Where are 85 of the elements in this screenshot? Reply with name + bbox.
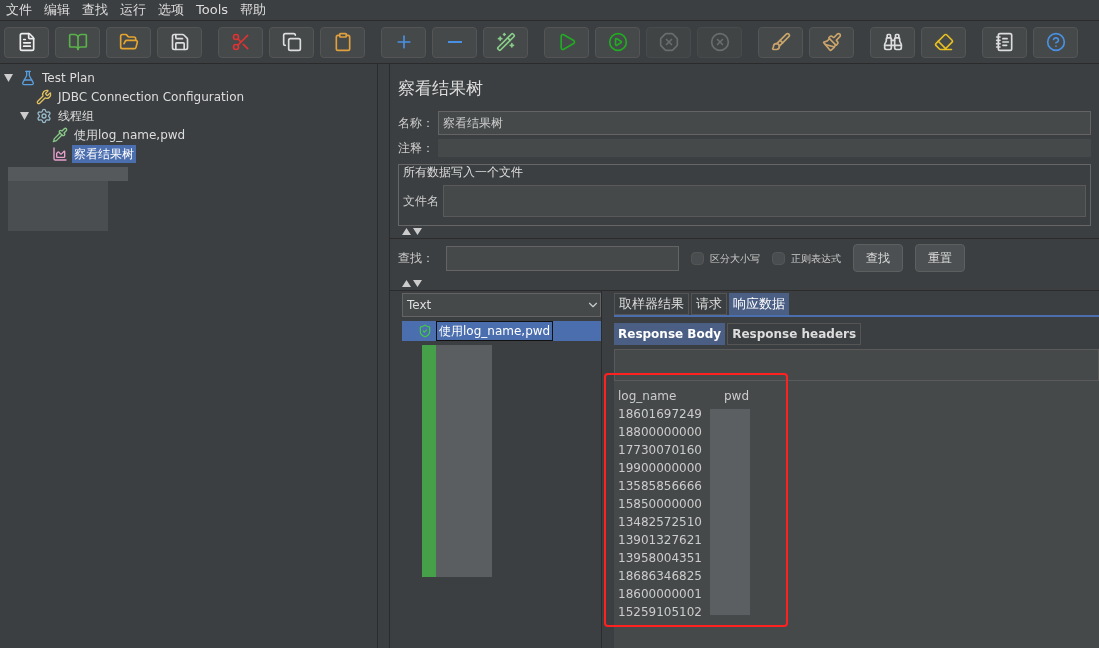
field-label: 文件名 bbox=[403, 192, 439, 210]
tree-item[interactable]: 使用log_name,pwd bbox=[72, 125, 188, 144]
binoculars-icon bbox=[882, 32, 903, 52]
copy-icon bbox=[281, 32, 302, 52]
panel-title: 察看结果树 bbox=[397, 77, 484, 100]
expand-toggle-icon[interactable] bbox=[4, 73, 13, 82]
action-button[interactable]: 重置 bbox=[915, 244, 965, 272]
toggle-icon bbox=[495, 32, 516, 52]
menu-item[interactable]: 选项 bbox=[158, 0, 184, 20]
shutdown-icon bbox=[709, 32, 730, 52]
file-name-field[interactable] bbox=[443, 184, 1086, 217]
renderer-dropdown[interactable]: Text bbox=[402, 292, 601, 317]
folder-icon bbox=[118, 32, 139, 52]
tab[interactable]: 请求 bbox=[691, 292, 727, 315]
tree-item[interactable]: 察看结果树 bbox=[72, 144, 136, 163]
help-icon bbox=[1045, 32, 1066, 52]
checkbox[interactable] bbox=[772, 251, 785, 265]
pipette-icon bbox=[52, 126, 68, 143]
response-line: 17730070160 bbox=[618, 441, 702, 459]
clear-icon bbox=[770, 32, 791, 52]
field-label: 查找： bbox=[398, 250, 434, 267]
search-field[interactable] bbox=[446, 245, 679, 271]
tab[interactable]: 响应数据 bbox=[729, 292, 789, 315]
tab[interactable]: 取样器结果 bbox=[614, 292, 689, 315]
clear-all-icon bbox=[821, 32, 842, 52]
tab[interactable]: Response Body bbox=[614, 322, 726, 345]
column-header: log_name bbox=[618, 387, 678, 405]
response-line: 18601697249 bbox=[618, 405, 702, 423]
save-icon bbox=[169, 32, 190, 52]
flask-icon bbox=[20, 69, 36, 86]
action-button[interactable]: 查找 bbox=[853, 244, 903, 272]
toolbar-button[interactable] bbox=[809, 26, 854, 58]
toolbar-button[interactable] bbox=[870, 26, 915, 58]
toolbar-button[interactable] bbox=[320, 26, 365, 58]
templates-icon bbox=[67, 32, 88, 52]
menu-item[interactable]: 运行 bbox=[120, 0, 146, 20]
response-line: 13482572510 bbox=[618, 513, 702, 531]
result-row[interactable]: 使用log_name,pwd bbox=[402, 320, 601, 341]
play-no-pause-icon bbox=[607, 32, 628, 52]
response-line: 13901327621 bbox=[618, 531, 702, 549]
response-line: 13585856666 bbox=[618, 477, 702, 495]
response-line: 15259105102 bbox=[618, 603, 702, 621]
menu-item[interactable]: 编辑 bbox=[44, 0, 70, 20]
field-label: 名称： bbox=[398, 114, 434, 132]
menu-item[interactable]: 帮助 bbox=[240, 0, 267, 20]
expand-toggle-icon[interactable] bbox=[20, 111, 29, 120]
name-field[interactable]: 察看结果树 bbox=[438, 110, 1091, 135]
group-legend: 所有数据写入一个文件 bbox=[403, 162, 1086, 181]
success-icon bbox=[418, 323, 432, 338]
checkbox-label: 正则表达式 bbox=[791, 251, 841, 266]
toolbar-button[interactable] bbox=[483, 26, 528, 58]
toolbar-button[interactable] bbox=[157, 26, 202, 58]
menu-item[interactable]: Tools bbox=[196, 0, 229, 20]
checkbox-label: 区分大小写 bbox=[710, 251, 760, 266]
response-line: 18686346825 bbox=[618, 567, 702, 585]
toolbar-button[interactable] bbox=[55, 26, 100, 58]
menu-item[interactable]: 文件 bbox=[6, 0, 32, 20]
field-label: 注释： bbox=[398, 139, 434, 157]
cut-icon bbox=[230, 32, 251, 52]
tab[interactable]: Response headers bbox=[727, 322, 862, 345]
tree-item[interactable]: 线程组 bbox=[56, 106, 96, 125]
toolbar-button[interactable] bbox=[982, 26, 1027, 58]
response-line: 19900000000 bbox=[618, 459, 702, 477]
menu-item[interactable]: 查找 bbox=[82, 0, 108, 20]
split-arrows-icon[interactable] bbox=[402, 280, 422, 287]
response-line: 15850000000 bbox=[618, 495, 702, 513]
response-line: 13958004351 bbox=[618, 549, 702, 567]
toolbar-button[interactable] bbox=[921, 26, 966, 58]
toolbar-button[interactable] bbox=[758, 26, 803, 58]
checkbox[interactable] bbox=[691, 251, 704, 265]
toolbar-button[interactable] bbox=[269, 26, 314, 58]
response-line: 18800000000 bbox=[618, 423, 702, 441]
tree-item[interactable]: Test Plan bbox=[40, 68, 97, 87]
split-arrows-icon[interactable] bbox=[402, 228, 422, 235]
minus-icon bbox=[447, 41, 462, 43]
gear-icon bbox=[36, 107, 52, 124]
column-header: pwd bbox=[724, 387, 750, 405]
tree-item[interactable]: JDBC Connection Configuration bbox=[56, 87, 247, 106]
log-icon bbox=[994, 32, 1015, 52]
toolbar-button[interactable] bbox=[4, 26, 49, 58]
wrench-icon bbox=[36, 88, 52, 105]
response-line: 18600000001 bbox=[618, 585, 702, 603]
chart-icon bbox=[52, 145, 68, 162]
toolbar-button[interactable] bbox=[106, 26, 151, 58]
stop-icon bbox=[658, 32, 679, 52]
